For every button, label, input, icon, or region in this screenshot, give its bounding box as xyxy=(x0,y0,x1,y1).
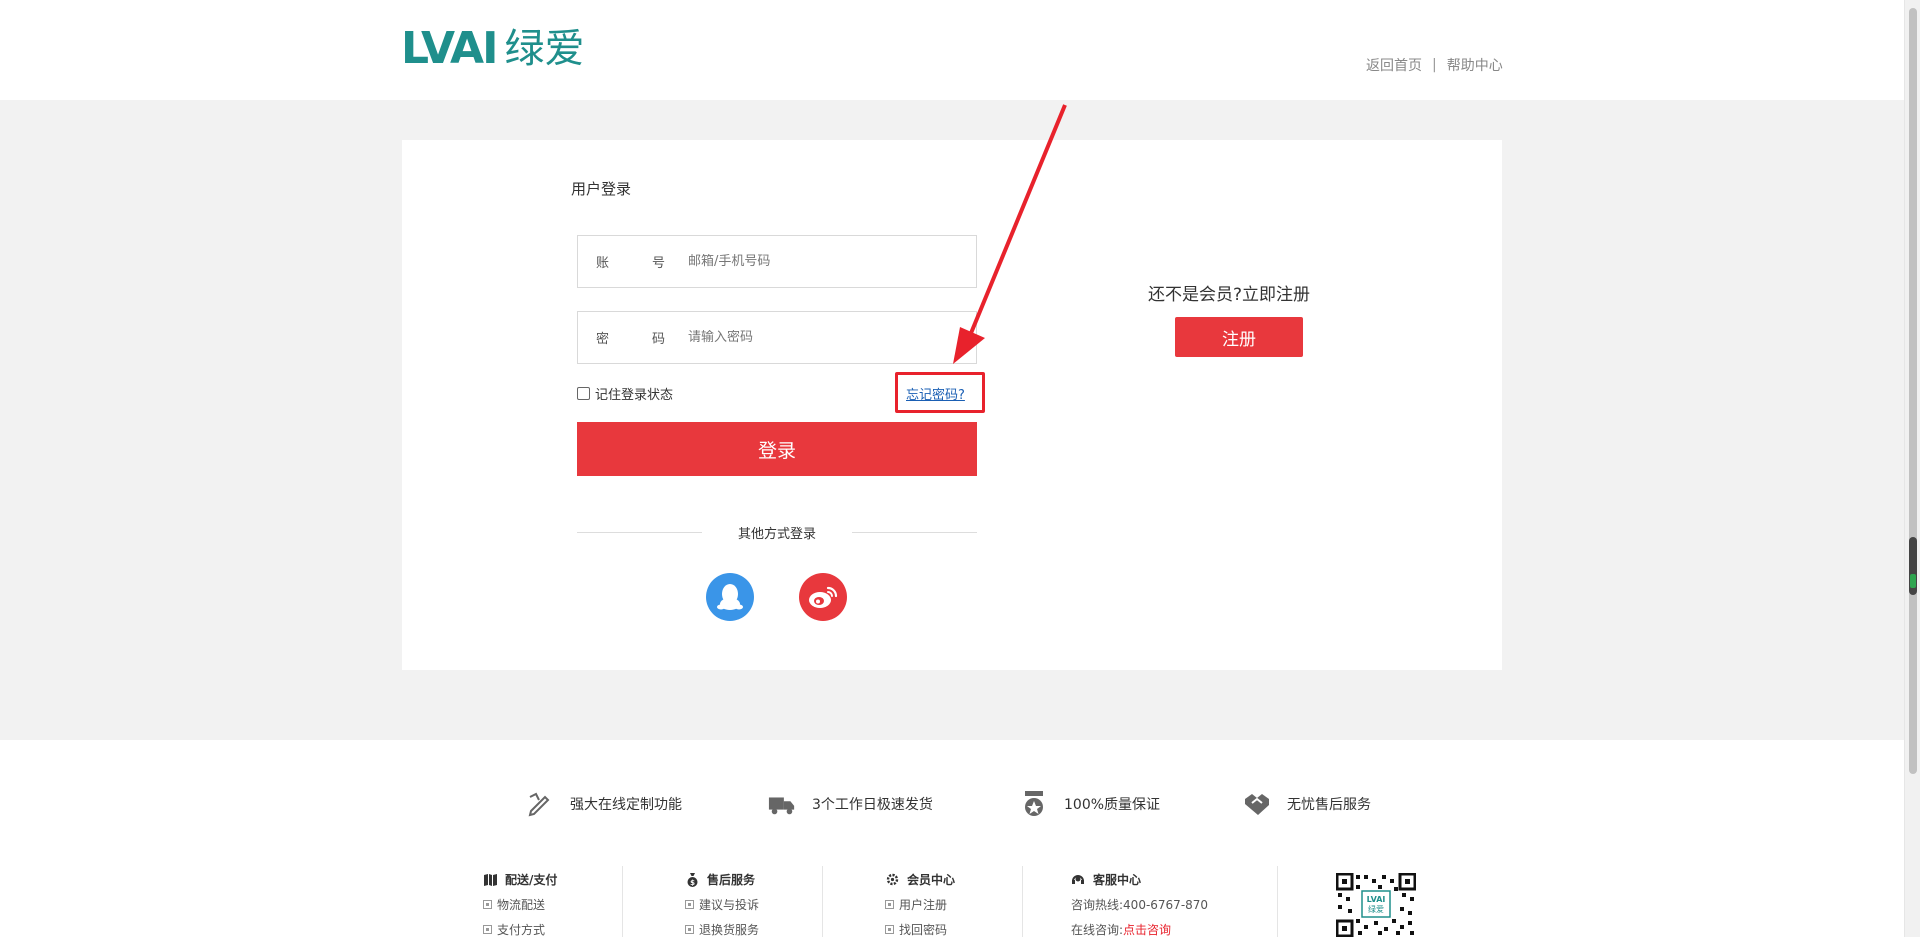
top-links: 返回首页 | 帮助中心 xyxy=(1366,55,1503,75)
login-title: 用户登录 xyxy=(571,180,632,198)
footer-column-title: $ 售后服务 xyxy=(685,871,759,888)
home-link[interactable]: 返回首页 xyxy=(1366,55,1422,75)
svg-text:$: $ xyxy=(690,879,695,887)
page-scrollbar[interactable] xyxy=(1904,0,1920,937)
footer-link[interactable]: 支付方式 xyxy=(483,921,557,937)
footer-link[interactable]: 建议与投诉 xyxy=(685,896,759,913)
register-prompt: 还不是会员?立即注册 xyxy=(1148,285,1311,305)
weibo-login-button[interactable] xyxy=(799,573,847,621)
qq-login-button[interactable] xyxy=(706,573,754,621)
gear-icon xyxy=(885,873,899,887)
scrollbar-indicator xyxy=(1910,574,1916,588)
map-icon xyxy=(483,873,497,887)
feature-label: 100%质量保证 xyxy=(1064,797,1161,813)
account-label-char-1: 账 xyxy=(596,256,610,271)
hotline-text: 咨询热线:400-6767-870 xyxy=(1071,898,1209,912)
account-label: 账 号 xyxy=(578,252,688,271)
footer-column-title: 客服中心 xyxy=(1071,871,1208,888)
footer-divider xyxy=(1277,866,1278,937)
delivery-truck-icon xyxy=(768,790,796,818)
footer-link[interactable]: 找回密码 xyxy=(885,921,955,937)
divider-right xyxy=(852,532,977,533)
headset-icon xyxy=(1071,873,1085,887)
account-field[interactable]: 账 号 xyxy=(577,235,977,288)
feature-item: 无忧售后服务 xyxy=(1243,790,1371,818)
footer-divider xyxy=(1022,866,1023,937)
qr-code-icon: LVAI 绿爱 xyxy=(1336,873,1416,937)
feature-item: 100%质量保证 xyxy=(1020,790,1160,818)
hotline-number: 400-6767-870 xyxy=(1123,898,1209,912)
svg-text:LVAI: LVAI xyxy=(1367,895,1386,904)
feature-label: 强大在线定制功能 xyxy=(570,797,682,813)
site-header: LVAI 绿爱 返回首页 | 帮助中心 xyxy=(0,0,1904,100)
weibo-icon xyxy=(809,586,838,608)
register-button[interactable]: 注册 xyxy=(1175,317,1303,357)
logo-chinese-text: 绿爱 xyxy=(504,26,585,72)
remember-me-label: 记住登录状态 xyxy=(595,388,674,403)
pencil-ruler-icon xyxy=(526,790,554,818)
feature-label: 3个工作日极速发货 xyxy=(812,797,933,813)
forgot-password-link[interactable]: 忘记密码? xyxy=(906,384,965,403)
logo-latin-text: LVAI xyxy=(401,23,498,74)
online-consult-text: 在线咨询:点击咨询 xyxy=(1071,923,1172,937)
password-input[interactable] xyxy=(688,330,948,345)
feature-label: 无忧售后服务 xyxy=(1287,797,1371,813)
top-links-separator: | xyxy=(1432,57,1437,73)
footer-link[interactable]: 用户注册 xyxy=(885,896,955,913)
footer-divider xyxy=(822,866,823,937)
handshake-icon xyxy=(1243,790,1271,818)
footer-column-title: 会员中心 xyxy=(885,871,955,888)
login-button[interactable]: 登录 xyxy=(577,422,977,476)
account-label-char-2: 号 xyxy=(652,256,666,271)
divider-left xyxy=(577,532,702,533)
other-login-methods-label: 其他方式登录 xyxy=(737,527,816,542)
feature-item: 3个工作日极速发货 xyxy=(768,790,933,818)
footer-column-title: 配送/支付 xyxy=(483,871,557,888)
svg-text:绿爱: 绿爱 xyxy=(1368,905,1384,914)
remember-me-checkbox[interactable] xyxy=(577,387,590,400)
password-label: 密 码 xyxy=(578,328,688,347)
footer-column-service: 客服中心 咨询热线:400-6767-870 在线咨询:点击咨询 xyxy=(1071,871,1208,937)
footer-link[interactable]: 物流配送 xyxy=(483,896,557,913)
scrollbar-thumb[interactable] xyxy=(1909,8,1917,774)
footer-column-after-sales: $ 售后服务 建议与投诉 退换货服务 xyxy=(685,871,759,937)
help-center-link[interactable]: 帮助中心 xyxy=(1447,55,1503,75)
account-input[interactable] xyxy=(688,254,948,269)
password-label-char-1: 密 xyxy=(596,332,610,347)
footer-link[interactable]: 退换货服务 xyxy=(685,921,759,937)
footer-column-shipping: 配送/支付 物流配送 支付方式 xyxy=(483,871,557,937)
site-logo[interactable]: LVAI 绿爱 xyxy=(401,23,585,74)
password-field[interactable]: 密 码 xyxy=(577,311,977,364)
remember-me[interactable]: 记住登录状态 xyxy=(577,384,673,403)
online-consult-link[interactable]: 点击咨询 xyxy=(1123,923,1171,937)
money-bag-icon: $ xyxy=(685,872,699,887)
footer-column-member: 会员中心 用户注册 找回密码 xyxy=(885,871,955,937)
quality-medal-icon xyxy=(1020,790,1048,818)
qq-penguin-icon xyxy=(717,584,743,610)
footer-divider xyxy=(622,866,623,937)
feature-strip: 强大在线定制功能 3个工作日极速发货 100%质量保证 无忧售后服务 xyxy=(0,790,1904,830)
password-label-char-2: 码 xyxy=(652,332,666,347)
feature-item: 强大在线定制功能 xyxy=(526,790,682,818)
page: LVAI 绿爱 返回首页 | 帮助中心 用户登录 账 号 密 码 记住登录状态 … xyxy=(0,0,1920,937)
